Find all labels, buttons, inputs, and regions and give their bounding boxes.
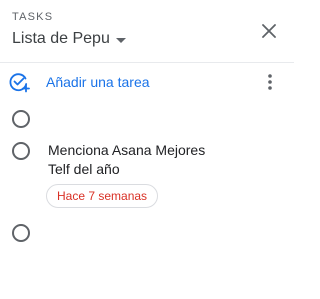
task-complete-checkbox[interactable] <box>12 224 30 242</box>
task-complete-checkbox[interactable] <box>12 110 30 128</box>
more-options-button[interactable] <box>258 70 282 94</box>
task-title[interactable]: Menciona Asana Mejores Telf del año <box>48 141 268 179</box>
close-icon <box>262 24 276 38</box>
list-selector[interactable]: Lista de Pepu <box>12 28 126 50</box>
add-task-icon <box>8 71 30 93</box>
panel-header: TASKS Lista de Pepu <box>0 0 294 63</box>
list-name: Lista de Pepu <box>12 30 110 47</box>
dropdown-icon <box>115 37 126 43</box>
due-date-chip[interactable]: Hace 7 semanas <box>46 184 159 208</box>
add-task-button[interactable]: Añadir una tarea <box>8 66 150 98</box>
add-task-label: Añadir una tarea <box>46 74 150 90</box>
more-vertical-icon <box>268 74 272 90</box>
add-task-row: Añadir una tarea <box>0 66 294 98</box>
close-button[interactable] <box>256 18 282 44</box>
task-complete-checkbox[interactable] <box>12 142 30 160</box>
tasks-panel: TASKS Lista de Pepu Añadir una tarea Men… <box>0 0 294 299</box>
app-label: TASKS <box>12 11 54 23</box>
